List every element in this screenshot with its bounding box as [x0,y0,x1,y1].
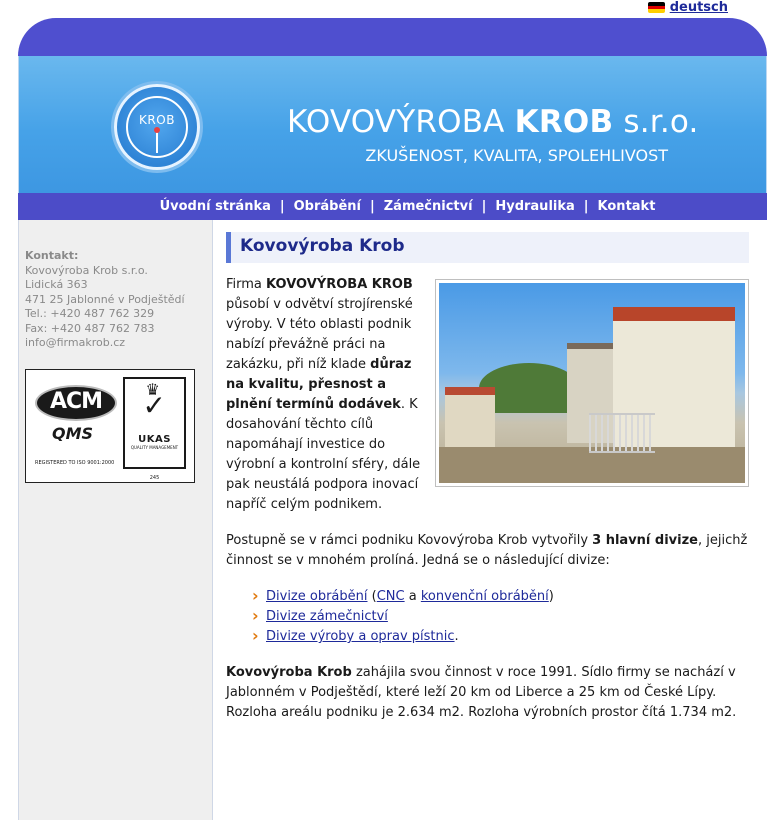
photo-scene [439,283,745,483]
history-bold: Kovovýroba Krob [226,665,352,680]
header-top-cap [18,18,767,56]
logo-stem [156,131,158,153]
nav-separator: | [370,199,375,214]
site-title-prefix: KOVOVÝROBA [287,104,505,140]
logo-text: KROB [139,113,175,127]
body-area: Kontakt: Kovovýroba Krob s.r.o. Lidická … [18,220,767,820]
header-banner: KROB KOVOVÝROBA KROB s.r.o. ZKUŠENOST, K… [18,56,767,193]
logo-dot [154,127,160,133]
sidebar: Kontakt: Kovovýroba Krob s.r.o. Lidická … [19,220,212,820]
language-link-deutsch[interactable]: deutsch [670,0,728,15]
contact-label: Kontakt: [25,249,79,262]
site-tagline: ZKUŠENOST, KVALITA, SPOLEHLIVOST [365,146,668,165]
main-content: Kovovýroba Krob Firma KOVOVÝROBA KROB pů… [212,220,767,820]
list-text: a [404,589,421,604]
list-item: Divize zámečnictví [252,606,749,627]
contact-company: Kovovýroba Krob s.r.o. [25,263,148,277]
nav-separator: | [279,199,285,214]
page-frame: KROB KOVOVÝROBA KROB s.r.o. ZKUŠENOST, K… [18,18,767,820]
contact-street: Lidická 363 [25,278,88,291]
certification-badge: ACM QMS REGISTERED TO ISO 9001:2000 ♛ ✓ … [25,368,195,483]
intro-text-3: . K dosahování těchto cílů napomáhají in… [226,397,421,512]
intro-bold-company: KOVOVÝROBA KROB [266,277,413,292]
site-title-bold: KROB [514,104,614,140]
company-building-photo [435,279,749,487]
list-text: ( [367,589,377,604]
nav-item-machining[interactable]: Obrábění [294,199,361,214]
contact-phone: Tel.: +420 487 762 329 [25,307,155,320]
list-item: Divize výroby a oprav pístnic. [252,626,749,647]
main-nav: Úvodní stránka | Obrábění | Zámečnictví … [18,193,767,220]
ukas-subtitle: QUALITY MANAGEMENT [130,444,179,450]
divisions-intro-paragraph: Postupně se v rámci podniku Kovovýroba K… [226,531,749,571]
krob-logo[interactable]: KROB [114,84,200,170]
list-text: . [454,629,459,644]
list-text: ) [548,589,554,604]
contact-city: 471 25 Jablonné v Podještědí [25,292,185,306]
qms-label: QMS [52,423,94,443]
ukas-number: 245 [149,474,160,481]
acm-logo: ACM [35,384,117,421]
nav-separator: | [481,199,487,214]
list-item: Divize obrábění (CNC a konvenční obráběn… [252,586,749,607]
link-conventional-machining[interactable]: konvenční obrábění [421,589,549,604]
divisions-intro-bold: 3 hlavní divize [592,533,698,548]
photo-gate [589,413,655,453]
intro-text-1: Firma [226,277,267,292]
site-title: KOVOVÝROBA KROB s.r.o. [287,104,699,140]
link-locksmith-division[interactable]: Divize zámečnictví [266,609,388,624]
link-piston-rod-division[interactable]: Divize výroby a oprav pístnic [266,629,455,644]
language-switch[interactable]: deutsch [647,0,728,15]
divisions-intro-text-1: Postupně se v rámci podniku Kovovýroba K… [226,533,593,548]
site-title-suffix: s.r.o. [623,104,699,140]
nav-item-locksmithing[interactable]: Zámečnictví [384,199,473,214]
page-title: Kovovýroba Krob [226,232,749,263]
divisions-list: Divize obrábění (CNC a konvenční obráběn… [226,586,749,647]
link-machining-division[interactable]: Divize obrábění [266,589,368,604]
contact-fax: Fax: +420 487 762 783 [25,321,155,335]
intro-section: Firma KOVOVÝROBA KROB působí v odvětví s… [226,275,749,515]
checkmark-icon: ✓ [142,388,166,422]
history-paragraph: Kovovýroba Krob zahájila svou činnost v … [226,663,749,723]
photo-building-small [445,387,495,447]
ukas-logo: ♛ ✓ UKAS QUALITY MANAGEMENT 245 [123,376,186,481]
german-flag-icon [647,2,665,13]
nav-item-contact[interactable]: Kontakt [598,199,656,214]
nav-item-hydraulics[interactable]: Hydraulika [495,199,574,214]
contact-email: info@firmakrob.cz [25,336,126,349]
iso-registration-text: REGISTERED TO ISO 9001:2000 [35,459,115,466]
nav-separator: | [583,199,589,214]
nav-item-home[interactable]: Úvodní stránka [160,199,271,214]
link-cnc[interactable]: CNC [377,589,405,604]
